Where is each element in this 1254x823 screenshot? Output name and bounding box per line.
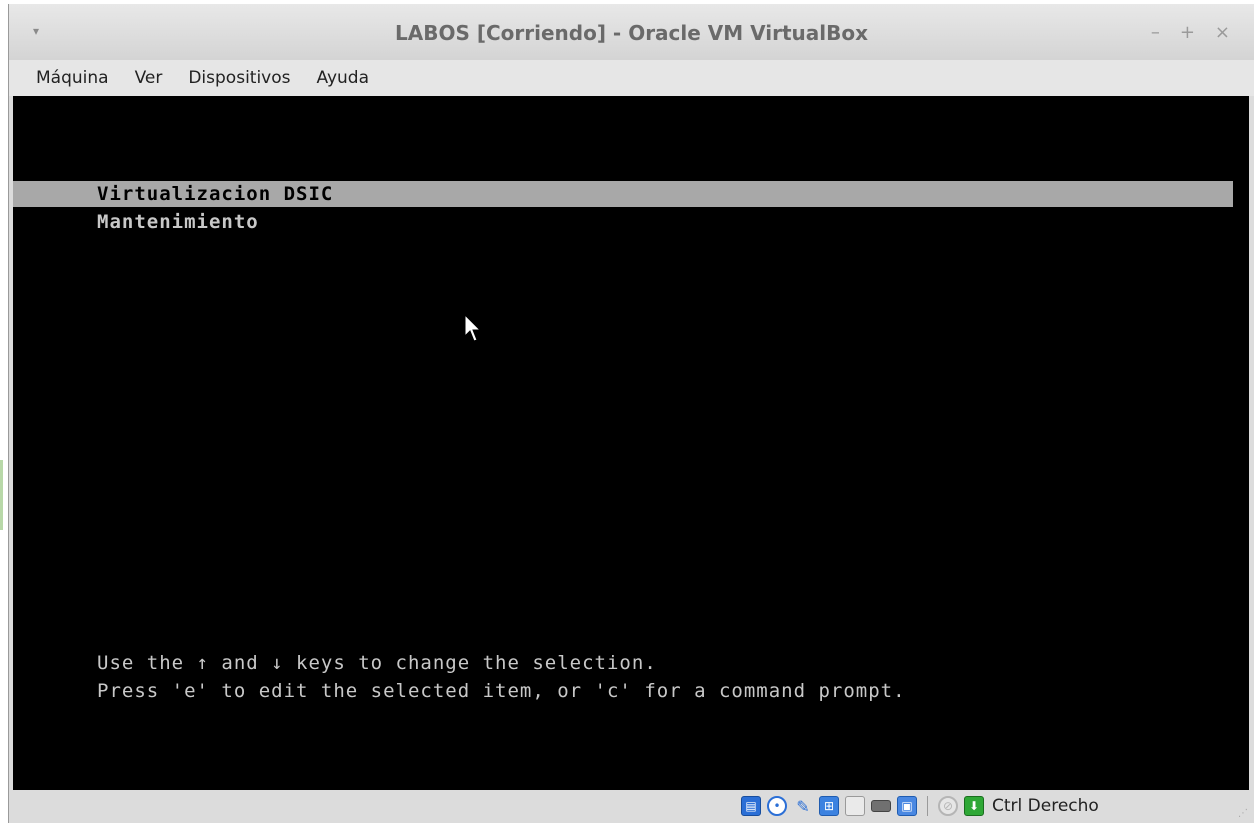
boot-help-line: Use the ↑ and ↓ keys to change the selec…	[97, 652, 657, 674]
device-indicators: ▤ • ✎ ⊞ ▣ ⊘ ⬇ Ctrl Derecho	[741, 796, 1099, 816]
boot-entry-selected[interactable]: Virtualizacion DSIC	[13, 181, 1233, 207]
status-separator	[927, 796, 928, 816]
virtualbox-window: ▾ LABOS [Corriendo] - Oracle VM VirtualB…	[8, 4, 1254, 823]
menu-ayuda[interactable]: Ayuda	[317, 68, 370, 88]
usb-icon[interactable]: ✎	[793, 796, 813, 816]
maximize-icon[interactable]: +	[1180, 22, 1195, 43]
video-capture-icon[interactable]	[871, 800, 891, 812]
vm-display[interactable]: Virtualizacion DSIC Mantenimiento Use th…	[13, 96, 1249, 790]
boot-entry[interactable]: Mantenimiento	[97, 209, 259, 235]
host-key-label[interactable]: Ctrl Derecho	[992, 796, 1099, 816]
cpu-virtualization-icon[interactable]: ▣	[897, 796, 917, 816]
hard-disk-icon[interactable]: ▤	[741, 796, 761, 816]
boot-help-line: Press 'e' to edit the selected item, or …	[97, 680, 906, 702]
minimize-icon[interactable]: –	[1151, 22, 1160, 43]
menu-bar: Máquina Ver Dispositivos Ayuda	[9, 60, 1254, 96]
window-title: LABOS [Corriendo] - Oracle VM VirtualBox	[394, 21, 869, 45]
menu-dispositivos[interactable]: Dispositivos	[188, 68, 290, 88]
mouse-pointer-icon	[464, 314, 482, 342]
title-bar[interactable]: ▾ LABOS [Corriendo] - Oracle VM VirtualB…	[9, 4, 1254, 60]
keyboard-capture-icon[interactable]: ⬇	[964, 796, 984, 816]
optical-drive-icon[interactable]: •	[767, 796, 787, 816]
status-bar: ▤ • ✎ ⊞ ▣ ⊘ ⬇ Ctrl Derecho ⋰	[9, 790, 1254, 823]
menu-maquina[interactable]: Máquina	[36, 68, 109, 88]
window-controls: – + ×	[1151, 22, 1230, 43]
mouse-integration-icon[interactable]: ⊘	[938, 796, 958, 816]
resize-grip-icon[interactable]: ⋰	[1238, 808, 1248, 819]
shared-folders-icon[interactable]	[845, 796, 865, 816]
close-icon[interactable]: ×	[1215, 22, 1230, 43]
menu-ver[interactable]: Ver	[135, 68, 163, 88]
background-window-edge	[0, 460, 3, 530]
network-icon[interactable]: ⊞	[819, 796, 839, 816]
